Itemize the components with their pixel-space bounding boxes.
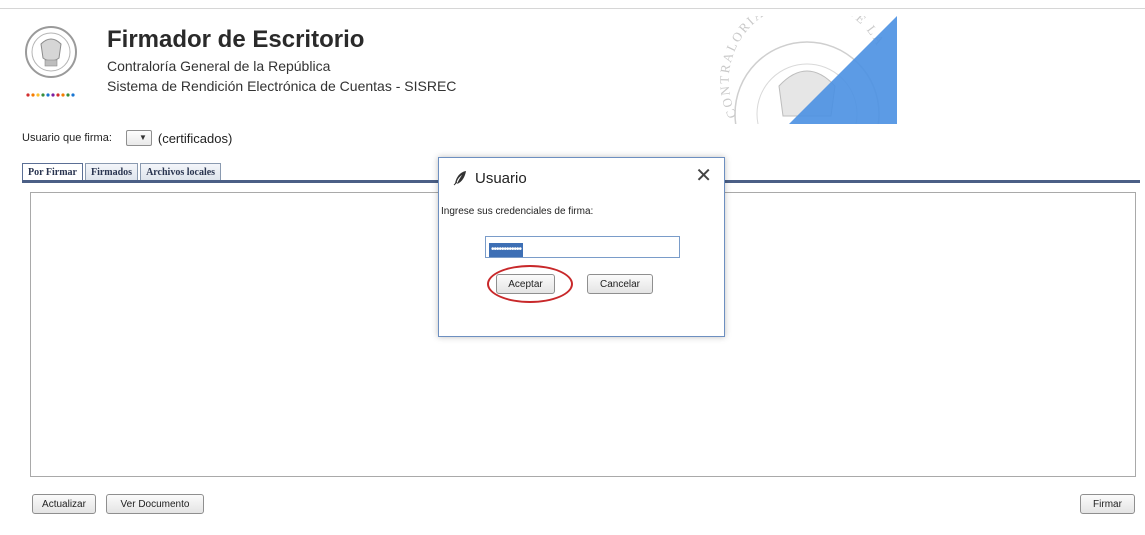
dialog-titlebar[interactable]: Usuario ✕ xyxy=(439,158,724,198)
user-credentials-dialog: Usuario ✕ Ingrese sus credenciales de fi… xyxy=(438,157,725,337)
seal-color-dots xyxy=(26,93,75,97)
document-tabs: Por Firmar Firmados Archivos locales xyxy=(22,161,223,181)
contraloria-seal-icon xyxy=(25,26,77,78)
app-header: Firmador de Escritorio Contraloría Gener… xyxy=(14,16,1130,124)
password-field[interactable]: •••••••••••• xyxy=(485,236,680,258)
certificate-dropdown[interactable]: ▼ xyxy=(125,130,152,146)
aceptar-button[interactable]: Aceptar xyxy=(496,274,555,294)
top-border xyxy=(0,0,1145,9)
dialog-title: Usuario xyxy=(475,170,527,187)
tab-por-firmar[interactable]: Por Firmar xyxy=(22,163,83,181)
tab-archivos-locales[interactable]: Archivos locales xyxy=(140,163,222,181)
app-title: Firmador de Escritorio xyxy=(107,26,365,53)
close-icon[interactable]: ✕ xyxy=(695,166,712,186)
app-subtitle: Contraloría General de la República xyxy=(107,58,331,74)
user-label: Usuario que firma: xyxy=(22,132,112,144)
system-name: Sistema de Rendición Electrónica de Cuen… xyxy=(107,78,457,94)
contraloria-watermark-icon: CONTRALORIA GENERAL DE LA REPUBLICA xyxy=(719,16,897,124)
ver-documento-button[interactable]: Ver Documento xyxy=(106,494,204,514)
password-value: •••••••••••• xyxy=(489,243,524,257)
certificates-label: (certificados) xyxy=(157,130,233,146)
chevron-down-icon: ▼ xyxy=(138,133,147,142)
feather-icon xyxy=(453,171,466,186)
tab-firmados[interactable]: Firmados xyxy=(84,163,139,181)
actualizar-button[interactable]: Actualizar xyxy=(32,494,96,514)
user-selector-row: Usuario que firma: ▼ (certificados) xyxy=(22,128,232,148)
firmar-button[interactable]: Firmar xyxy=(1080,494,1135,514)
credentials-prompt: Ingrese sus credenciales de firma: xyxy=(441,206,594,217)
cancelar-button[interactable]: Cancelar xyxy=(587,274,653,294)
